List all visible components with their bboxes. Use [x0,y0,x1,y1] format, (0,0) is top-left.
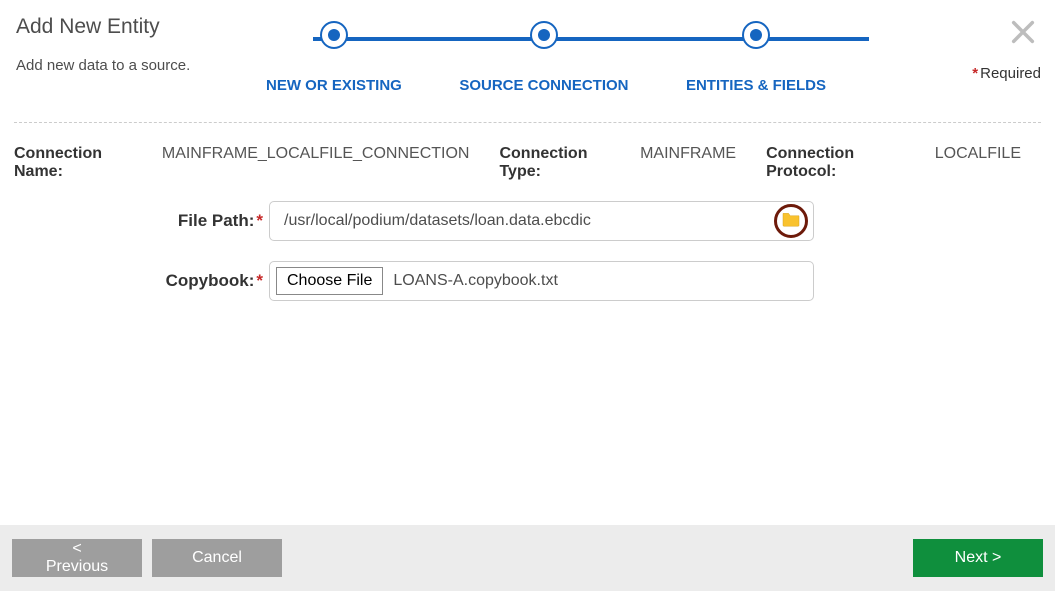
copybook-filename: LOANS-A.copybook.txt [393,272,558,290]
page-subtitle: Add new data to a source. [16,57,266,74]
step-new-or-existing[interactable]: NEW OR EXISTING [266,21,402,94]
filepath-label: File Path:* [14,211,269,231]
step-label: SOURCE CONNECTION [459,77,628,94]
page-title: Add New Entity [16,15,266,39]
connection-name-value: MAINFRAME_LOCALFILE_CONNECTION [162,145,470,181]
previous-button[interactable]: < Previous [12,539,142,577]
connection-type-label: Connection Type: [499,145,630,181]
next-button[interactable]: Next > [913,539,1043,577]
step-source-connection[interactable]: SOURCE CONNECTION [459,21,628,94]
folder-icon [781,211,801,232]
close-icon[interactable] [1009,18,1037,46]
step-entities-fields[interactable]: ENTITIES & FIELDS [686,21,826,94]
cancel-button[interactable]: Cancel [152,539,282,577]
connection-protocol-label: Connection Protocol: [766,145,925,181]
browse-folder-button[interactable] [774,204,808,238]
required-indicator: *Required [972,65,1041,82]
wizard-stepper: NEW OR EXISTING SOURCE CONNECTION ENTITI… [266,15,1039,94]
connection-protocol-value: LOCALFILE [935,145,1021,181]
connection-info-row: Connection Name: MAINFRAME_LOCALFILE_CON… [0,123,1055,191]
step-label: NEW OR EXISTING [266,77,402,94]
connection-type-value: MAINFRAME [640,145,736,181]
connection-name-label: Connection Name: [14,145,152,181]
choose-file-button[interactable]: Choose File [276,267,383,295]
filepath-input[interactable] [269,201,814,241]
copybook-label: Copybook:* [14,271,269,291]
footer-bar: < Previous Cancel Next > [0,525,1055,591]
step-label: ENTITIES & FIELDS [686,77,826,94]
copybook-file-box: Choose File LOANS-A.copybook.txt [269,261,814,301]
